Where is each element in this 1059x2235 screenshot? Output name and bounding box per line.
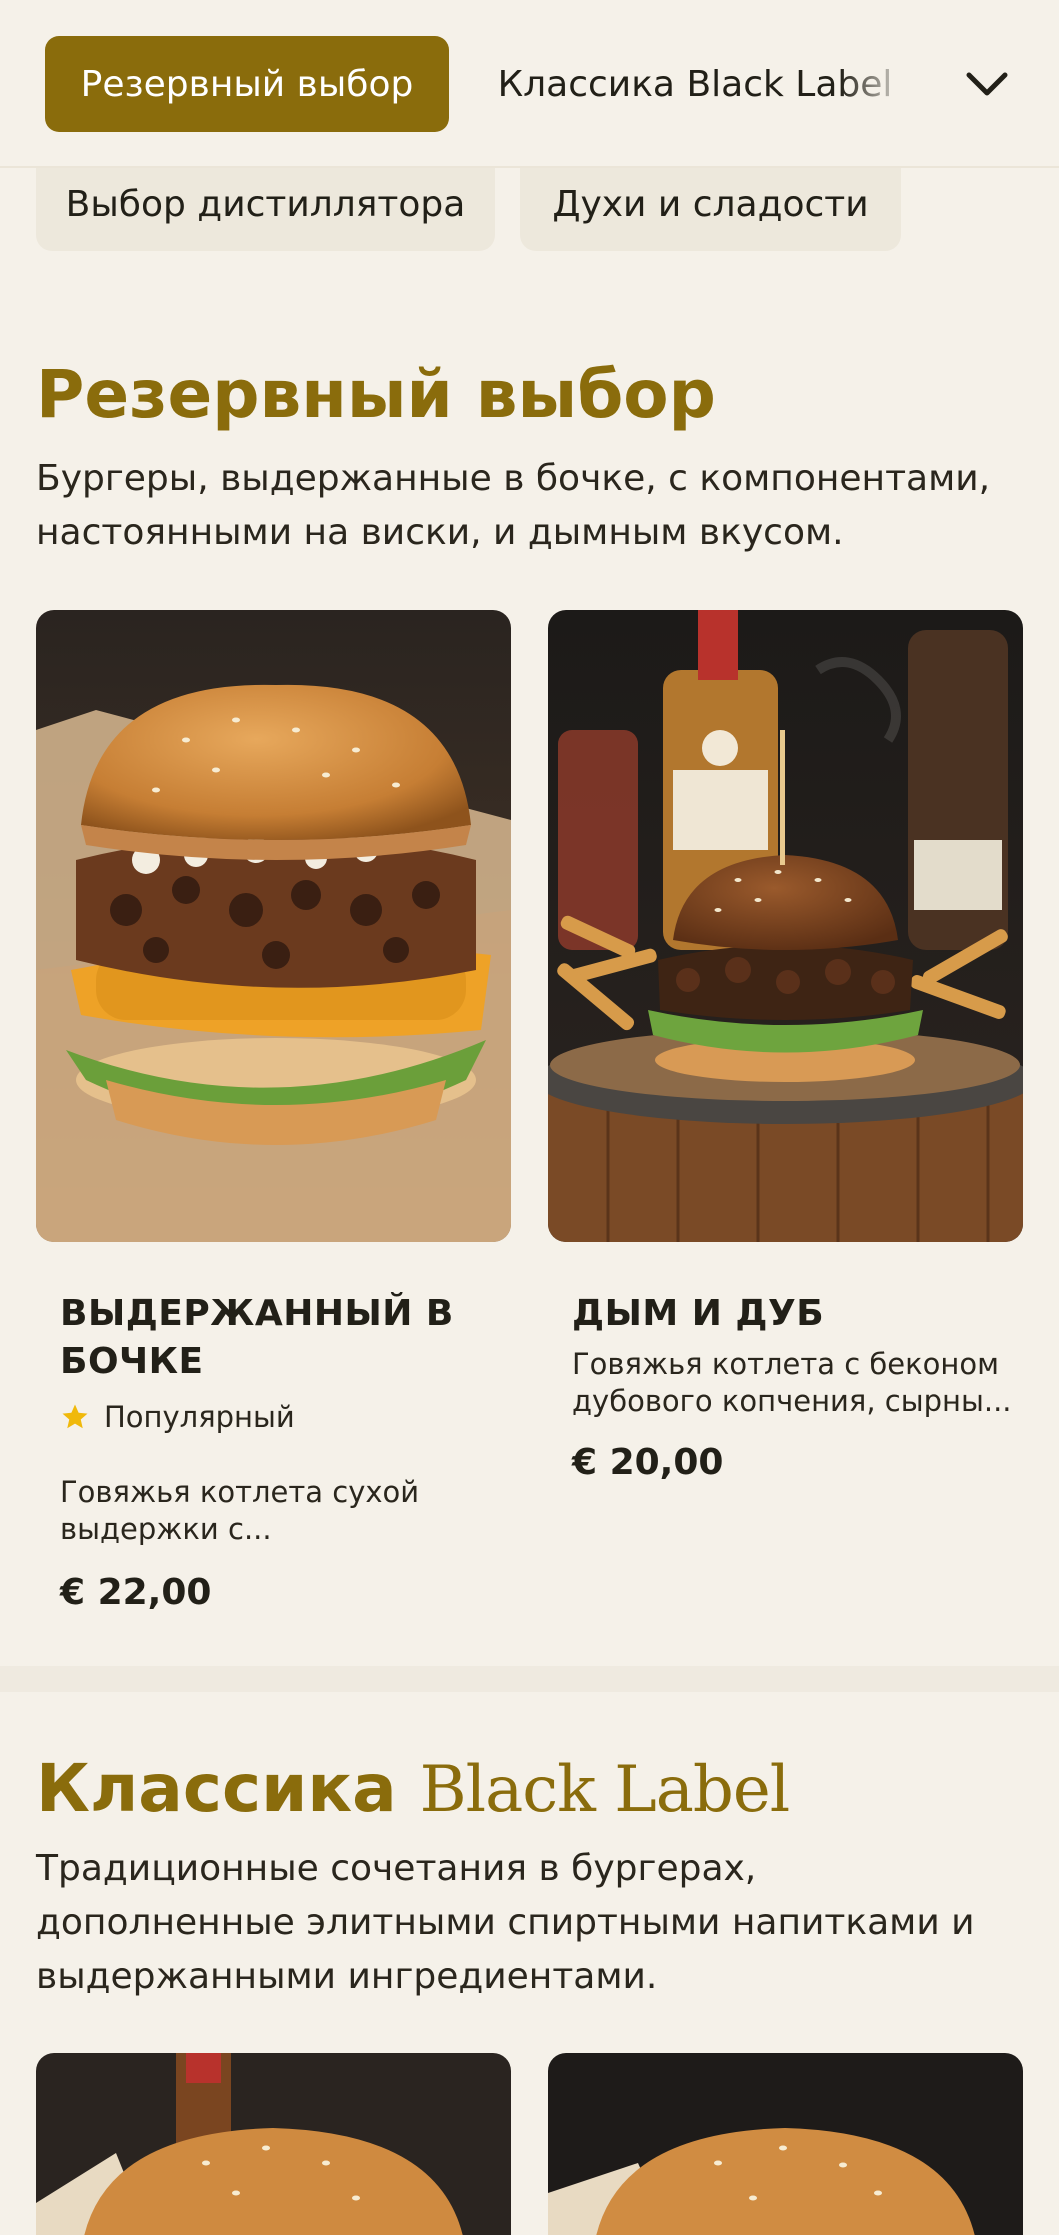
star-icon bbox=[62, 1404, 88, 1429]
section-divider bbox=[0, 1666, 1059, 1692]
item-price-barrel-aged: € 22,00 bbox=[60, 1572, 212, 1613]
menu-page: Выбор дистиллятора Духи и сладости Резер… bbox=[0, 0, 1059, 2235]
popular-badge: Популярный bbox=[60, 1400, 295, 1434]
section-title-black-label: Классика Black Label bbox=[36, 1750, 791, 1827]
item-name-smoke-oak[interactable]: ДЫМ И ДУБ bbox=[572, 1290, 1012, 1338]
section-description-reserve: Бургеры, выдержанные в бочке, с компонен… bbox=[36, 458, 991, 553]
item-description-smoke-oak: Говяжья котлета с беконом дубового копче… bbox=[572, 1347, 1012, 1418]
burger-classic-2-image[interactable] bbox=[548, 2053, 1023, 2235]
item-name-barrel-aged[interactable]: ВЫДЕРЖАННЫЙ В БОЧКЕ bbox=[60, 1290, 480, 1386]
category-tab-label: Классика Black Label bbox=[497, 63, 893, 105]
burger-classic-1-image[interactable] bbox=[36, 2053, 511, 2235]
item-description-barrel-aged: Говяжья котлета сухой выдержки с... bbox=[60, 1475, 420, 1546]
category-nav: Резервный выбор Классика Black Label bbox=[0, 0, 1059, 168]
section-title-reserve: Резервный выбор bbox=[36, 356, 716, 433]
item-price-smoke-oak: € 20,00 bbox=[572, 1442, 724, 1483]
fade-overlay bbox=[840, 36, 910, 132]
category-tab-black-label[interactable]: Классика Black Label bbox=[480, 36, 910, 132]
burger-barrel-aged-image[interactable] bbox=[36, 610, 511, 1242]
section-title-part2: Black Label bbox=[419, 1753, 791, 1827]
burger-smoke-oak-image[interactable] bbox=[548, 610, 1023, 1242]
section-description-black-label: Традиционные сочетания в бургерах, допол… bbox=[36, 1848, 975, 1997]
popular-badge-label: Популярный bbox=[104, 1400, 295, 1434]
section-title-part1: Классика bbox=[36, 1750, 397, 1827]
category-tab-reserve[interactable]: Резервный выбор bbox=[45, 36, 449, 132]
chevron-down-icon[interactable] bbox=[955, 54, 1019, 114]
